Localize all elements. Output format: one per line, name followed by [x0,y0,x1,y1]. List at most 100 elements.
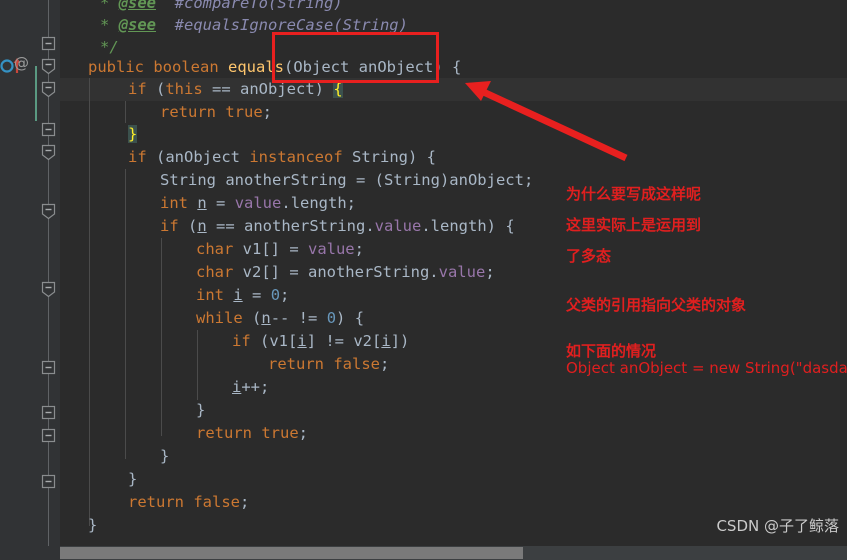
code-token: ; [485,263,495,281]
code-token: @see [118,0,156,12]
code-token: ; [240,493,250,511]
code-token: } [88,516,98,534]
fold-marker-collapse-square[interactable] [41,474,56,489]
code-line[interactable]: i++; [60,376,269,399]
annotation-note: 父类的引用指向父类的对象 [566,296,747,314]
code-token: * [100,16,119,34]
code-token: return [268,355,324,373]
code-token: ; [262,103,273,121]
code-token: if [160,217,179,235]
fold-marker-collapse-square[interactable] [41,36,56,51]
code-line[interactable]: } [60,514,97,537]
fold-marker-collapse-pointed[interactable] [41,81,56,98]
code-token: value [438,263,486,281]
annotation-note: Object anObject = new String("dasda"); [566,359,847,377]
fold-marker-collapse-pointed[interactable] [41,144,56,161]
code-token: false [193,493,241,511]
fold-marker-collapse-square[interactable] [41,405,56,420]
code-token: n [197,194,207,212]
code-token: == anotherString. [206,217,375,235]
code-token: i [233,286,243,304]
code-token: ; [298,424,309,442]
code-line[interactable]: } [60,399,205,422]
code-token: value [307,240,355,258]
code-token: i [297,332,307,350]
code-token: i [381,332,391,350]
fold-marker-collapse-square[interactable] [41,360,56,375]
code-line[interactable]: if (anObject instanceof String) { [60,146,436,169]
code-token: 0 [270,286,281,304]
code-token: if [128,80,147,98]
code-token: ++; [241,378,270,396]
fold-marker-collapse-pointed[interactable] [41,203,56,220]
csdn-watermark: CSDN @子了鲸落 [716,517,839,535]
code-line[interactable]: } [60,445,169,468]
code-token: (anObject [146,148,250,166]
code-token: value [234,194,282,212]
code-token: int [196,286,224,304]
code-token: = [242,286,271,304]
vcs-change-marker[interactable] [35,66,37,121]
parameter-highlight-box [272,32,439,83]
fold-marker-collapse-square[interactable] [41,122,56,137]
code-token: value [374,217,422,235]
code-token: if [232,332,251,350]
annotation-note: 这里实际上是运用到 [566,216,702,234]
code-line[interactable]: int n = value.length; [60,192,356,215]
code-token: this [165,80,203,98]
horizontal-scrollbar-thumb[interactable] [60,547,523,559]
code-token: return [160,103,216,121]
code-token: true [261,424,299,442]
code-token: } [196,401,206,419]
code-token: } [128,470,138,488]
code-token: public [88,58,144,76]
code-line[interactable]: } [60,123,138,146]
code-line[interactable]: return false; [60,491,249,514]
code-line[interactable]: return true; [60,101,272,124]
code-token: ; [380,355,390,373]
code-line[interactable]: return true; [60,422,308,445]
fold-marker-collapse-pointed[interactable] [41,281,56,298]
code-token: instanceof [249,148,343,166]
code-line[interactable]: if (v1[i] != v2[i]) [60,330,409,353]
code-line[interactable]: int i = 0; [60,284,289,307]
code-token: int [160,194,188,212]
fold-marker-collapse-pointed[interactable] [41,58,56,75]
code-token: #compareTo(String) [174,0,343,12]
code-token: ( [242,309,262,327]
annotation-at-icon[interactable]: @ [14,54,29,72]
code-token: ] != v2[ [306,332,382,350]
code-line[interactable]: return false; [60,353,389,376]
code-line[interactable]: } [60,468,137,491]
code-token: String) { [342,148,436,166]
code-token: (v1[ [250,332,298,350]
code-token: while [196,309,243,327]
annotation-note: 如下面的情况 [566,342,657,360]
code-token: @see [118,16,156,34]
fold-marker-collapse-square[interactable] [41,428,56,443]
code-token: ( [146,80,166,98]
code-token: 0 [326,309,337,327]
code-token: * [100,0,119,12]
code-token: return [128,493,184,511]
code-editor: * @see #compareTo(String) * @see #equalsI… [0,0,847,560]
code-token: .length) { [421,217,515,235]
code-content-area[interactable]: * @see #compareTo(String) * @see #equalsI… [60,0,847,560]
code-token: -- != [270,309,327,327]
code-token: false [333,355,381,373]
code-token: v1[] = [233,240,308,258]
code-line[interactable]: if (n == anotherString.value.length) { [60,215,515,238]
code-line[interactable]: char v1[] = value; [60,238,364,261]
code-token: = [206,194,235,212]
code-line[interactable]: char v2[] = anotherString.value; [60,261,495,284]
code-line[interactable]: while (n-- != 0) { [60,307,364,330]
code-line[interactable]: * @see #compareTo(String) [60,0,343,15]
